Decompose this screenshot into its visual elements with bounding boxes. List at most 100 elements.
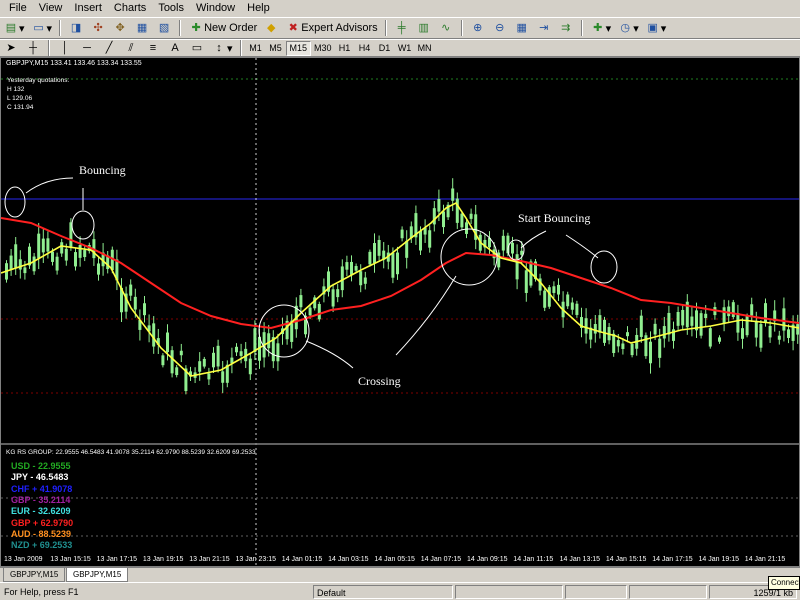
candle-body [584,318,588,334]
time-axis-label: 13 Jan 15:15 [50,556,91,563]
metaeditor-button[interactable]: ◆ [261,19,281,37]
new-chart-button[interactable]: ▤ ▾ [1,19,27,37]
separator [580,20,583,36]
menu-tools[interactable]: Tools [152,0,190,17]
templates-button[interactable]: ▣ ▾ [643,19,669,37]
candle-body [754,320,758,338]
candle-body [161,355,165,366]
menu-charts[interactable]: Charts [108,0,152,17]
label-tool[interactable]: ▭ [187,39,207,57]
indicator-row: NZD + 69.2533 [11,540,73,551]
timeframe-m15[interactable]: M15 [285,40,312,56]
indicators-button[interactable]: ✚ ▾ [588,19,614,37]
timeframe-h1[interactable]: H1 [335,41,355,56]
candle-body [603,319,606,343]
candle-body [750,304,754,316]
new-order-button[interactable]: ✚ New Order [186,19,259,37]
menu-help[interactable]: Help [241,0,276,17]
vertical-line-tool[interactable]: │ [55,39,75,57]
candle-body [267,333,271,349]
candle-body [460,213,464,228]
candle-body [363,277,367,284]
chart-shift-button[interactable]: ⇥ [534,19,554,37]
cursor-icon: ➤ [6,42,16,54]
time-axis-label: 14 Jan 01:15 [281,556,323,563]
zoom-in-button[interactable]: ⊕ [468,19,488,37]
label-icon: ▭ [191,42,203,54]
candle-body [37,233,41,259]
candle-body [543,290,547,308]
price-chart[interactable] [1,58,799,566]
indicator-row: JPY - 46.5483 [11,472,69,483]
candle-body [78,245,82,258]
arrows-tool[interactable]: ↕ ▾ [209,39,235,57]
candle-body [524,270,528,293]
terminal-icon: ▦ [136,22,148,34]
zoom-in-icon: ⊕ [473,22,483,34]
candle-body [97,263,100,275]
candle-body [23,267,27,274]
candle-body [9,255,13,270]
candlestick-button[interactable]: ▥ [414,19,434,37]
timeframe-w1[interactable]: W1 [395,41,415,56]
indicator-row: CHF + 41.9078 [11,483,73,494]
auto-scroll-button[interactable]: ⇉ [556,19,576,37]
candle-body [212,352,215,368]
annotation-arrow [565,234,599,259]
timeframe-h4[interactable]: H4 [355,41,375,56]
candle-body [317,304,321,320]
timeframe-m1[interactable]: M1 [246,41,266,56]
text-tool[interactable]: A [165,39,185,57]
profiles-button[interactable]: ▭ ▾ [29,19,55,37]
candle-body [451,188,455,201]
menu-window[interactable]: Window [190,0,241,17]
market-watch-button[interactable]: ◨ [66,19,86,37]
candle-body [593,324,597,334]
bar-chart-button[interactable]: ╪ [392,19,412,37]
menu-insert[interactable]: Insert [68,0,108,17]
menu-view[interactable]: View [33,0,69,17]
annotation-circle [71,210,95,240]
zoom-out-button[interactable]: ⊖ [490,19,510,37]
expert-advisors-icon: ✖ [288,22,298,34]
expert-advisors-button[interactable]: ✖ Expert Advisors [283,19,379,37]
terminal-button[interactable]: ▦ [132,19,152,37]
crosshair-tool[interactable]: ┼ [23,39,43,57]
profiles-icon: ▭ [33,22,44,34]
candle-body [718,337,721,342]
candle-body [552,286,556,293]
candle-body [331,289,335,307]
data-window-button[interactable]: ✣ [88,19,108,37]
candle-body [354,266,358,271]
indicators-icon: ✚ [593,22,603,34]
candle-body [768,325,772,338]
time-axis-label: 14 Jan 09:15 [467,556,508,563]
indicator-row: GBP + 62.9790 [11,517,74,528]
tile-windows-button[interactable]: ▦ [512,19,532,37]
tab-gbpjpy-m15-2[interactable]: GBPJPY,M15 [66,568,129,582]
candle-body [340,266,344,291]
candle-body [515,254,519,280]
tab-gbpjpy-m15-1[interactable]: GBPJPY,M15 [3,568,66,582]
timeframe-m5[interactable]: M5 [266,41,286,56]
candle-body [216,345,220,367]
strategy-tester-button[interactable]: ▧ [154,19,174,37]
timeframe-m30[interactable]: M30 [311,41,335,56]
channel-tool[interactable]: ⫽ [121,39,141,57]
fibonacci-tool[interactable]: ≡ [143,39,163,57]
horizontal-line-tool[interactable]: ─ [77,39,97,57]
separator [59,20,62,36]
menu-file[interactable]: File [3,0,33,17]
trendline-tool[interactable]: ╱ [99,39,119,57]
candle-body [616,340,620,347]
candle-body [501,235,505,251]
candle-body [248,358,252,375]
candle-body [649,341,652,364]
navigator-button[interactable]: ✥ [110,19,130,37]
timeframe-mn[interactable]: MN [415,41,435,56]
line-chart-button[interactable]: ∿ [436,19,456,37]
timeframe-d1[interactable]: D1 [375,41,395,56]
periods-button[interactable]: ◷ ▾ [615,19,641,37]
chart-window[interactable]: GBPJPY,M15 133.41 133.46 133.34 133.55 Y… [0,57,800,567]
cursor-tool[interactable]: ➤ [1,39,21,57]
